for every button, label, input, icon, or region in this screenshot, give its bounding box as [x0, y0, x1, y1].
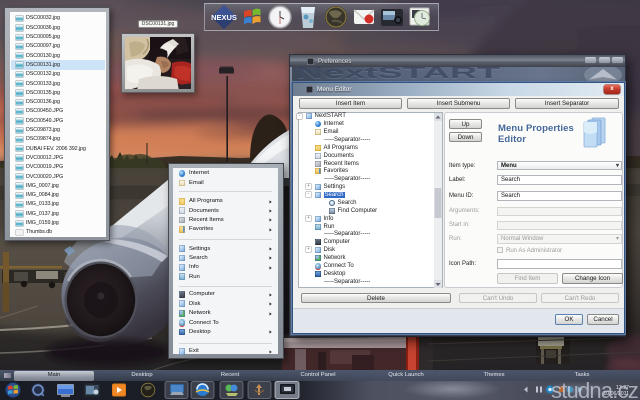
- svg-text:NEXUS: NEXUS: [211, 13, 237, 22]
